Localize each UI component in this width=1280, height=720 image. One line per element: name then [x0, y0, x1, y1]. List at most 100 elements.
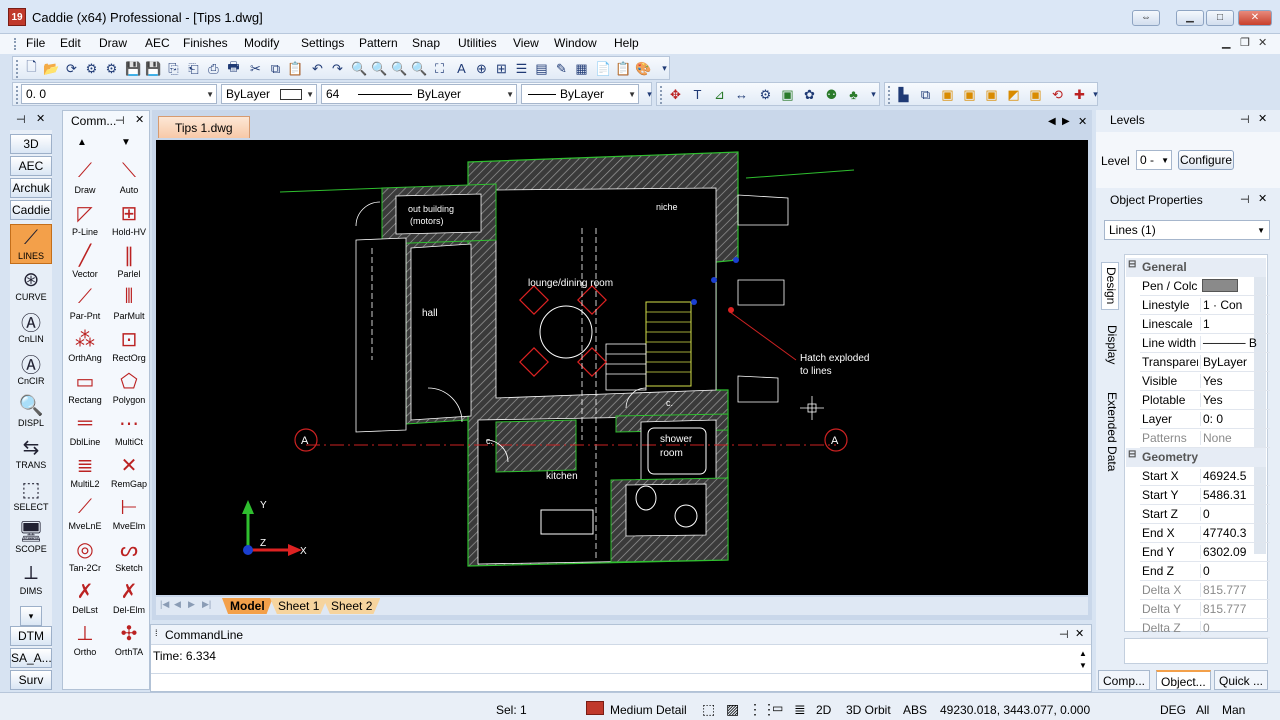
mdi-minimize-button[interactable]: ▁ [1222, 36, 1230, 49]
section-geometry[interactable]: ⊟ Geometry [1126, 448, 1266, 467]
tool-sketch[interactable]: ᔕ Sketch [107, 535, 151, 574]
navigate-icon[interactable]: ✚ [1071, 86, 1088, 103]
tab-sa-a[interactable]: SA_A... [10, 648, 52, 668]
tab-components[interactable]: Comp... [1098, 670, 1151, 690]
tool-auto[interactable]: ⟍ Auto [107, 157, 151, 196]
tool-scope[interactable]: 🖥 SCOPE [10, 518, 52, 555]
zoom-out-icon[interactable]: 🔍 [391, 60, 408, 77]
document-tab[interactable]: Tips 1.dwg [158, 116, 250, 138]
property-row[interactable]: Delta Y 815.777 [1140, 600, 1270, 619]
property-row[interactable]: Start X 46924.5 [1140, 467, 1270, 486]
menu-snap[interactable]: Snap [412, 36, 440, 50]
tool-parmult[interactable]: ⫴ ParMult [107, 283, 151, 322]
level-select[interactable]: 0 - ▼ [1136, 150, 1172, 170]
tool-multict[interactable]: ⋯ MultiCt [107, 409, 151, 448]
toolbox-scroll-button[interactable]: ▾ [20, 606, 42, 626]
menu-window[interactable]: Window [554, 36, 597, 50]
tool-dblline[interactable]: ═ DblLine [63, 409, 107, 448]
text-icon[interactable]: A [453, 60, 470, 77]
shade-icon[interactable]: ▣ [1027, 86, 1044, 103]
open-icon[interactable]: 📂 [43, 60, 60, 77]
sheet-last-icon[interactable]: ▶| [202, 599, 211, 610]
sheet-prev-icon[interactable]: ◀ [174, 599, 181, 610]
pin-icon[interactable]: ⊣ [16, 113, 26, 126]
minimize-button[interactable]: ▁ [1176, 10, 1204, 26]
solid-icon[interactable]: ▣ [983, 86, 1000, 103]
configure-button[interactable]: Configure [1178, 150, 1234, 170]
copy-icon[interactable]: ⧉ [267, 60, 284, 77]
tool-curve[interactable]: ⊛ CURVE [10, 266, 52, 303]
line-combo[interactable]: ByLayer ▼ [521, 84, 639, 104]
close-icon[interactable]: ✕ [135, 113, 144, 126]
property-row[interactable]: Start Y 5486.31 [1140, 486, 1270, 505]
save-as-icon[interactable]: 💾 [145, 60, 162, 77]
zoom-extents-icon[interactable]: ⛶ [431, 60, 448, 77]
tool-p-line[interactable]: ◸ P-Line [63, 199, 107, 238]
tab-sheet-2[interactable]: Sheet 2 [323, 598, 381, 614]
menu-modify[interactable]: Modify [244, 36, 279, 50]
layers-icon[interactable]: ≣ [794, 701, 806, 718]
tab-scroll-right-icon[interactable]: ▶ [1062, 116, 1070, 127]
tab-3d[interactable]: 3D [10, 134, 52, 154]
toolbar-grip[interactable] [888, 86, 891, 104]
tool-mveelm[interactable]: ⊢ MveElm [107, 493, 151, 532]
close-icon[interactable]: ✕ [1258, 192, 1267, 205]
property-row[interactable]: Layer 0: 0 [1140, 410, 1270, 429]
tool-displ[interactable]: 🔍 DISPL [10, 392, 52, 429]
maximize-button[interactable]: □ [1206, 10, 1234, 26]
property-row[interactable]: Delta Z 0 [1140, 619, 1270, 638]
paste-icon[interactable]: 📋 [287, 60, 304, 77]
hatch-icon[interactable]: ▨ [726, 701, 739, 718]
zoom-in-icon[interactable]: 🔍 [371, 60, 388, 77]
width-combo[interactable]: 64 ByLayer ▼ [321, 84, 517, 104]
property-row[interactable]: End Z 0 [1140, 562, 1270, 581]
layers-icon[interactable]: ☰ [513, 60, 530, 77]
tool-tan-2cr[interactable]: ◎ Tan-2Cr [63, 535, 107, 574]
save-icon[interactable]: 💾 [125, 60, 142, 77]
clipboard-icon[interactable]: 📄 [595, 60, 612, 77]
drawing-canvas[interactable]: out building (motors) niche lounge/dinin… [156, 140, 1088, 595]
tool-draw[interactable]: ⟋ Draw [63, 157, 107, 196]
property-row[interactable]: Visible Yes [1140, 372, 1270, 391]
angle-mode[interactable]: DEG [1160, 703, 1186, 717]
cube-icon[interactable]: ▣ [961, 86, 978, 103]
menu-utilities[interactable]: Utilities [458, 36, 497, 50]
menu-pattern[interactable]: Pattern [359, 36, 398, 50]
menu-draw[interactable]: Draw [99, 36, 127, 50]
measure-icon[interactable]: ▦ [573, 60, 590, 77]
close-button[interactable]: ✕ [1238, 10, 1272, 26]
levels-icon[interactable]: ▤ [533, 60, 550, 77]
zoom-icon[interactable]: 🔍 [351, 60, 368, 77]
stairs-icon[interactable]: ⊿ [711, 86, 728, 103]
print-icon[interactable]: 🖶 [225, 59, 242, 77]
menu-edit[interactable]: Edit [60, 36, 81, 50]
new-icon[interactable]: 🗋 [23, 59, 40, 77]
tool-orthta[interactable]: ✣ OrthTA [107, 619, 151, 658]
pin-icon[interactable]: ⊣ [115, 114, 125, 127]
restore-down-button[interactable]: ⇔ [1132, 10, 1160, 26]
tab-object[interactable]: Object... [1156, 670, 1211, 690]
menu-file[interactable]: File [26, 36, 45, 50]
tool-rectang[interactable]: ▭ Rectang [63, 367, 107, 406]
tab-aec[interactable]: AEC [10, 156, 52, 176]
sheet-first-icon[interactable]: |◀ [160, 599, 169, 610]
tool-parlel[interactable]: ∥ Parlel [107, 241, 151, 280]
property-row[interactable]: Linescale 1 [1140, 315, 1270, 334]
tab-extended-data[interactable]: Extended Data [1101, 382, 1119, 482]
tool-cnlin[interactable]: Ⓐ CnLIN [10, 308, 52, 345]
mdi-close-button[interactable]: ✕ [1258, 36, 1267, 49]
pin-icon[interactable]: ⊣ [1240, 113, 1250, 126]
pen-icon[interactable]: ✎ [553, 60, 570, 77]
tool-rectorg[interactable]: ⊡ RectOrg [107, 325, 151, 364]
mode-abs[interactable]: ABS [903, 703, 927, 717]
tree-icon[interactable]: ♣ [845, 86, 862, 103]
library-icon[interactable]: ▣ [779, 86, 796, 103]
property-row[interactable]: Pen / Colc [1140, 277, 1270, 296]
cube-icon[interactable]: ⬚ [702, 701, 715, 718]
toolbar-grip[interactable] [16, 86, 19, 104]
menu-help[interactable]: Help [614, 36, 639, 50]
grid-icon[interactable]: ⊞ [493, 60, 510, 77]
window-icon[interactable]: ▭ [772, 701, 783, 715]
coord-combo[interactable]: 0. 0 ▼ [21, 84, 217, 104]
toolbar-overflow-icon[interactable]: ▾ [865, 86, 882, 103]
